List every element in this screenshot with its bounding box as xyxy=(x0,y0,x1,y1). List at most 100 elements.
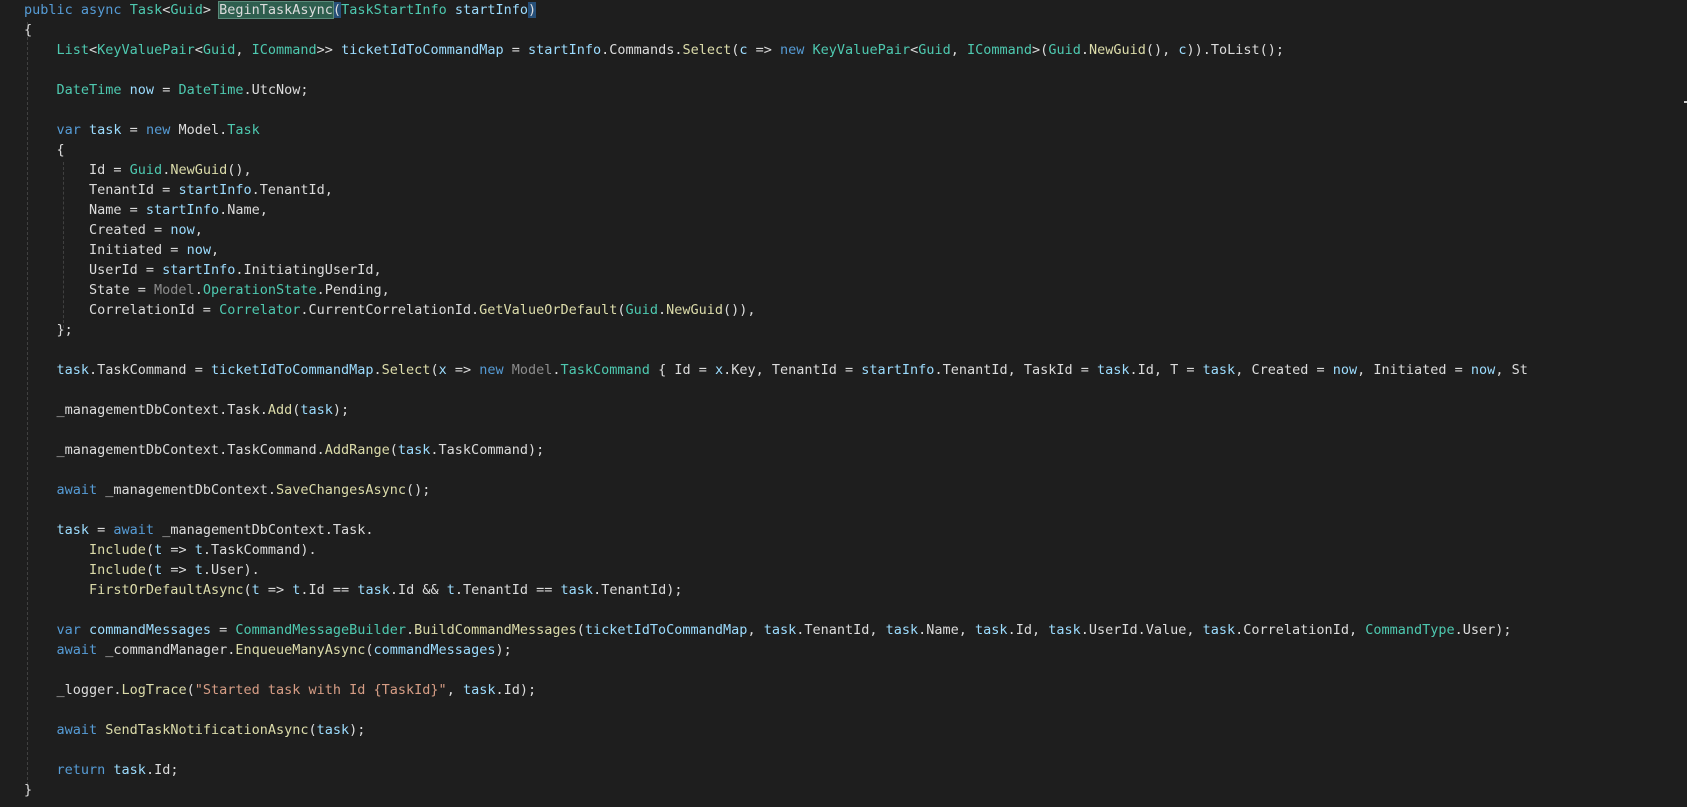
code-line-25[interactable]: await _managementDbContext.SaveChangesAs… xyxy=(24,480,1528,500)
code-token: , xyxy=(210,242,220,258)
code-line-16[interactable]: CorrelationId = Correlator.CurrentCorrel… xyxy=(24,300,1528,320)
code-line-19[interactable]: task.TaskCommand = ticketIdToCommandMap.… xyxy=(24,360,1528,380)
code-line-6[interactable] xyxy=(24,100,1528,120)
code-line-3[interactable]: List<KeyValuePair<Guid, ICommand>> ticke… xyxy=(24,40,1528,60)
code-token: .Id, T = xyxy=(1129,362,1203,378)
code-token: .Id; xyxy=(145,762,179,778)
code-token: .Name, xyxy=(219,202,268,218)
code-token: _managementDbContext.TaskCommand. xyxy=(24,442,325,458)
code-line-31[interactable] xyxy=(24,600,1528,620)
code-token: .InitiatingUserId, xyxy=(235,262,382,278)
code-line-24[interactable] xyxy=(24,460,1528,480)
code-token: . xyxy=(552,362,561,378)
code-line-15[interactable]: State = Model.OperationState.Pending, xyxy=(24,280,1528,300)
code-line-33[interactable]: await _commandManager.EnqueueManyAsync(c… xyxy=(24,640,1528,660)
code-token: TenantId = xyxy=(24,182,179,198)
code-line-39[interactable]: return task.Id; xyxy=(24,760,1528,780)
code-line-37[interactable]: await SendTaskNotificationAsync(task); xyxy=(24,720,1528,740)
code-token: => xyxy=(162,562,195,578)
code-line-38[interactable] xyxy=(24,740,1528,760)
code-token: . xyxy=(373,362,382,378)
code-line-21[interactable]: _managementDbContext.Task.Add(task); xyxy=(24,400,1528,420)
code-line-23[interactable]: _managementDbContext.TaskCommand.AddRang… xyxy=(24,440,1528,460)
code-line-4[interactable] xyxy=(24,60,1528,80)
code-token: await xyxy=(56,722,106,738)
code-token: { Id = xyxy=(649,362,715,378)
code-line-26[interactable] xyxy=(24,500,1528,520)
code-line-17[interactable]: }; xyxy=(24,320,1528,340)
code-line-30[interactable]: FirstOrDefaultAsync(t => t.Id == task.Id… xyxy=(24,580,1528,600)
code-token: t xyxy=(194,562,203,578)
code-token: async xyxy=(80,2,130,18)
code-line-5[interactable]: DateTime now = DateTime.UtcNow; xyxy=(24,80,1528,100)
code-token: startInfo xyxy=(454,2,529,18)
code-line-29[interactable]: Include(t => t.User). xyxy=(24,560,1528,580)
code-token: task xyxy=(56,522,90,538)
code-token: KeyValuePair xyxy=(97,42,195,58)
code-token: Select xyxy=(682,42,732,58)
code-line-27[interactable]: task = await _managementDbContext.Task. xyxy=(24,520,1528,540)
code-token: task xyxy=(763,622,797,638)
code-token: < xyxy=(89,42,98,58)
code-token: startInfo xyxy=(145,202,220,218)
code-line-20[interactable] xyxy=(24,380,1528,400)
code-line-22[interactable] xyxy=(24,420,1528,440)
code-line-2[interactable]: { xyxy=(24,20,1528,40)
code-line-28[interactable]: Include(t => t.TaskCommand). xyxy=(24,540,1528,560)
code-token: .Pending, xyxy=(316,282,390,298)
code-token: = xyxy=(154,82,179,98)
code-token: .TenantId == xyxy=(454,582,561,598)
code-line-40[interactable]: } xyxy=(24,780,1528,800)
code-token: CommandType xyxy=(1365,622,1455,638)
code-token: .TenantId, TaskId = xyxy=(934,362,1097,378)
code-token: > xyxy=(202,2,220,18)
code-token: new xyxy=(780,42,813,58)
code-token: t xyxy=(251,582,260,598)
code-token: ( xyxy=(145,542,155,558)
code-line-35[interactable]: _logger.LogTrace("Started task with Id {… xyxy=(24,680,1528,700)
code-token: CommandMessageBuilder xyxy=(235,622,407,638)
code-token: t xyxy=(154,542,163,558)
code-line-14[interactable]: UserId = startInfo.InitiatingUserId, xyxy=(24,260,1528,280)
code-line-9[interactable]: Id = Guid.NewGuid(), xyxy=(24,160,1528,180)
code-line-13[interactable]: Initiated = now, xyxy=(24,240,1528,260)
code-line-34[interactable] xyxy=(24,660,1528,680)
code-line-8[interactable]: { xyxy=(24,140,1528,160)
code-token: task xyxy=(300,402,333,418)
code-line-32[interactable]: var commandMessages = CommandMessageBuil… xyxy=(24,620,1528,640)
code-token: t xyxy=(194,542,203,558)
code-text[interactable]: public async Task<Guid> BeginTaskAsync(T… xyxy=(24,0,1528,800)
code-token: task xyxy=(113,762,146,778)
code-line-18[interactable] xyxy=(24,340,1528,360)
code-token: ); xyxy=(349,722,366,738)
code-token: ()), xyxy=(723,302,756,318)
code-token: ticketIdToCommandMap xyxy=(341,42,504,58)
code-editor[interactable]: public async Task<Guid> BeginTaskAsync(T… xyxy=(0,0,1687,807)
code-token: State = xyxy=(24,282,155,298)
code-line-12[interactable]: Created = now, xyxy=(24,220,1528,240)
code-token: _commandManager. xyxy=(105,642,236,658)
code-token: ( xyxy=(389,442,398,458)
code-line-7[interactable]: var task = new Model.Task xyxy=(24,120,1528,140)
code-line-11[interactable]: Name = startInfo.Name, xyxy=(24,200,1528,220)
code-token: Guid xyxy=(170,2,203,18)
code-token: , xyxy=(747,622,764,638)
code-token: Correlator xyxy=(219,302,301,318)
code-token: SendTaskNotificationAsync xyxy=(105,722,309,738)
code-token: { xyxy=(24,22,33,38)
code-token: EnqueueManyAsync xyxy=(235,642,366,658)
code-token: . xyxy=(194,282,203,298)
code-line-10[interactable]: TenantId = startInfo.TenantId, xyxy=(24,180,1528,200)
code-line-1[interactable]: public async Task<Guid> BeginTaskAsync(T… xyxy=(24,0,1528,20)
code-line-36[interactable] xyxy=(24,700,1528,720)
code-token: t xyxy=(446,582,455,598)
code-token: => xyxy=(446,362,480,378)
